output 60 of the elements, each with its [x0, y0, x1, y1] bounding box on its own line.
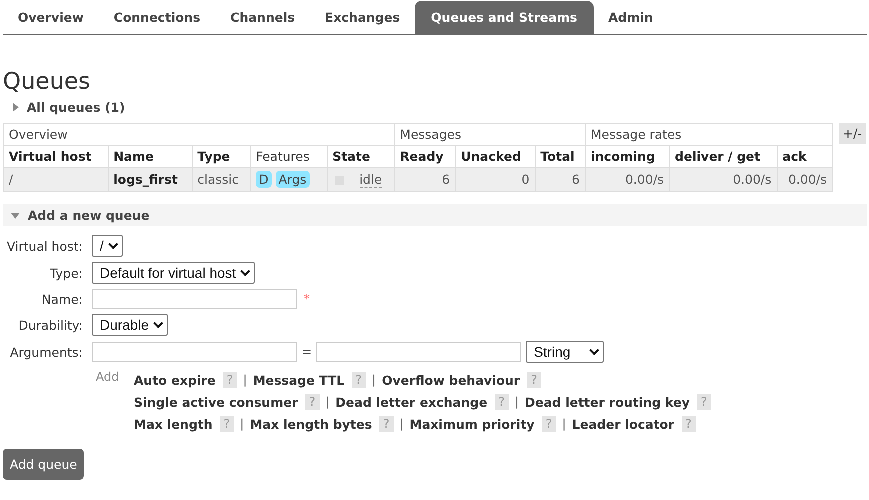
separator: |: [243, 373, 248, 387]
dropdown[interactable]: Default for virtual host: [92, 262, 256, 284]
nav-tab[interactable]: Connections: [98, 10, 216, 34]
table-cell: 0.00/s: [777, 168, 832, 192]
table-cell: 6: [394, 168, 456, 192]
field-label: Type:: [49, 266, 84, 280]
feature-badge: Args: [276, 171, 310, 188]
table-cell: /: [4, 168, 108, 192]
column-group-header: Overview: [4, 124, 395, 146]
argument-link[interactable]: Single active consumer: [134, 394, 298, 410]
section-header[interactable]: Add a new queue: [28, 208, 150, 222]
field-label: Name:: [40, 292, 84, 306]
separator: |: [240, 417, 244, 431]
nav-tab[interactable]: Overview: [3, 10, 99, 34]
argument-link[interactable]: Maximum priority: [410, 416, 535, 432]
input-field[interactable]: [316, 342, 522, 362]
expand-icon[interactable]: [11, 102, 20, 112]
table-cell: classic: [192, 168, 251, 192]
separator: |: [326, 395, 330, 409]
columns-toggle-button[interactable]: +/-: [839, 123, 866, 144]
nav-tab[interactable]: Channels: [216, 10, 310, 34]
nav-tab[interactable]: Queues and Streams: [415, 1, 594, 34]
table-cell: 0.00/s: [670, 168, 778, 192]
add-queue-button[interactable]: Add queue: [3, 449, 84, 480]
add-label: Add: [96, 369, 120, 386]
field-label: Arguments:: [9, 344, 84, 360]
table-cell: 0: [456, 168, 536, 192]
argument-link[interactable]: Max length: [134, 416, 213, 432]
separator: |: [400, 417, 404, 431]
page-title: Queues: [3, 68, 92, 96]
argument-link[interactable]: Max length bytes: [250, 416, 372, 432]
collapse-icon[interactable]: [11, 210, 20, 220]
section-header[interactable]: All queues (1): [27, 100, 126, 114]
dropdown[interactable]: /: [92, 235, 123, 257]
argument-link[interactable]: Dead letter exchange: [336, 394, 488, 410]
required-mark: *: [304, 292, 310, 306]
dropdown[interactable]: Durable: [92, 314, 168, 336]
feature-badge: D: [256, 171, 272, 188]
argument-link[interactable]: Overflow behaviour: [382, 372, 520, 388]
argument-link[interactable]: Dead letter routing key: [524, 394, 690, 410]
input-field[interactable]: [92, 289, 297, 309]
table-cell: 6: [535, 168, 586, 192]
equals-sign: =: [302, 345, 312, 359]
dropdown[interactable]: String: [526, 341, 604, 363]
nav-tab[interactable]: Admin: [594, 10, 668, 34]
separator: |: [562, 417, 566, 431]
argument-link[interactable]: Auto expire: [134, 372, 216, 388]
field-label: Durability:: [18, 318, 84, 332]
nav-tab[interactable]: Exchanges: [310, 10, 416, 34]
separator: |: [514, 395, 519, 409]
state-label: idle: [360, 172, 382, 188]
separator: |: [372, 373, 376, 387]
input-field[interactable]: [92, 342, 297, 362]
argument-link[interactable]: Message TTL: [253, 372, 345, 388]
column-group-header: Message rates: [586, 124, 832, 146]
argument-link[interactable]: Leader locator: [572, 416, 675, 432]
queue-name-link[interactable]: logs_first: [108, 168, 192, 192]
table-cell: 0.00/s: [586, 168, 670, 192]
field-label: Virtual host:: [6, 238, 84, 254]
column-group-header: Messages: [394, 124, 586, 146]
